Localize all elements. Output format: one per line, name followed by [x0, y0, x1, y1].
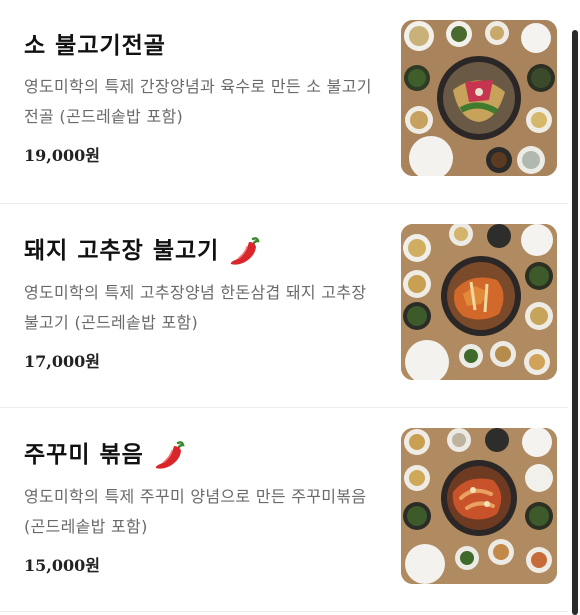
webfoot-octopus-photo-icon	[401, 428, 557, 584]
menu-item-name: 주꾸미 볶음	[24, 438, 374, 472]
scrollbar-thumb[interactable]	[572, 30, 578, 615]
scrollbar-track[interactable]	[572, 30, 578, 615]
menu-item-name-text: 소 불고기전골	[24, 33, 166, 59]
menu-item-name: 돼지 고추장 불고기	[24, 234, 374, 268]
menu-item-photo[interactable]	[401, 20, 557, 176]
menu-item-description: 영도미학의 특제 주꾸미 양념으로 만든 주꾸미볶음 (곤드레솥밥 포함)	[24, 487, 367, 536]
menu-item-beef-bulgogi[interactable]: 소 불고기전골 영도미학의 특제 간장양념과 육수로 만든 소 불고기 전골 (…	[0, 0, 568, 204]
menu-item-name: 소 불고기전골	[24, 30, 374, 62]
menu-item-price: 15,000원	[24, 556, 100, 575]
chili-pepper-icon	[155, 441, 185, 469]
menu-item-info: 돼지 고추장 불고기 영도미학의 특제 고추장양념 한돈삼겹 돼지 고추장 불고…	[24, 234, 374, 372]
menu-item-pork-bulgogi[interactable]: 돼지 고추장 불고기 영도미학의 특제 고추장양념 한돈삼겹 돼지 고추장 불고…	[0, 204, 568, 408]
menu-item-description: 영도미학의 특제 고추장양념 한돈삼겹 돼지 고추장 불고기 (곤드레솥밥 포함…	[24, 283, 367, 332]
menu-item-info: 주꾸미 볶음 영도미학의 특제 주꾸미 양념으로 만든 주꾸미볶음 (곤드레솥밥…	[24, 438, 374, 576]
menu-item-jjukkumi[interactable]: 주꾸미 볶음 영도미학의 특제 주꾸미 양념으로 만든 주꾸미볶음 (곤드레솥밥…	[0, 408, 568, 612]
menu-item-name-text: 주꾸미 볶음	[24, 442, 144, 468]
menu-item-photo[interactable]	[401, 224, 557, 380]
menu-item-name-text: 돼지 고추장 불고기	[24, 238, 220, 264]
pork-bulgogi-photo-icon	[401, 224, 557, 380]
menu-item-price: 17,000원	[24, 352, 100, 371]
menu-item-description: 영도미학의 특제 간장양념과 육수로 만든 소 불고기 전골 (곤드레솥밥 포함…	[24, 77, 372, 126]
menu-item-info: 소 불고기전골 영도미학의 특제 간장양념과 육수로 만든 소 불고기 전골 (…	[24, 30, 374, 166]
menu-item-price: 19,000원	[24, 146, 100, 165]
bulgogi-hotpot-photo-icon	[401, 20, 557, 176]
menu-item-photo[interactable]	[401, 428, 557, 584]
menu-page: 소 불고기전골 영도미학의 특제 간장양념과 육수로 만든 소 불고기 전골 (…	[0, 0, 580, 615]
chili-pepper-icon	[231, 237, 260, 265]
